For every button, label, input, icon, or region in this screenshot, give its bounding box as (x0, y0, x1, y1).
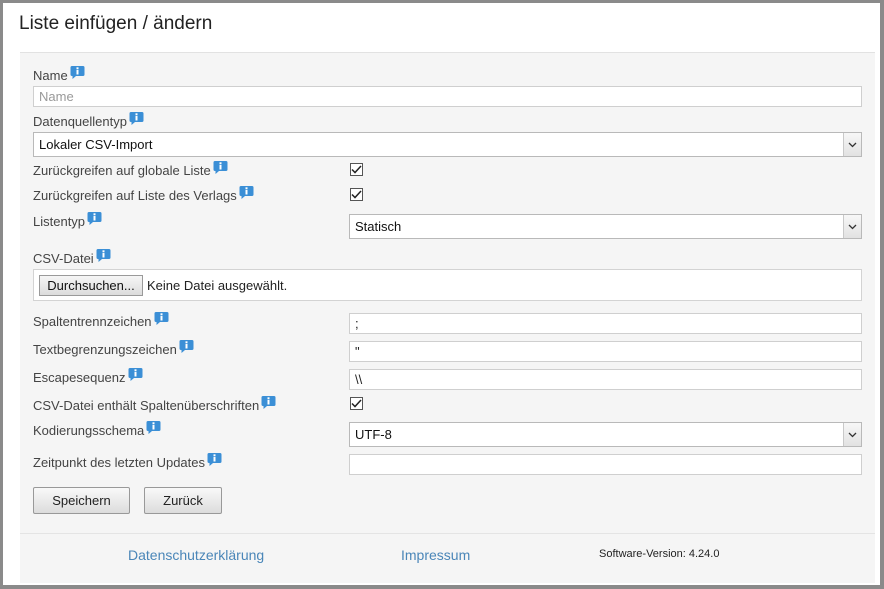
escape-input[interactable]: \\ (349, 369, 862, 390)
encoding-value: UTF-8 (355, 427, 392, 442)
info-icon[interactable] (154, 311, 169, 326)
checkmark-icon (351, 190, 362, 199)
fallback-global-checkbox[interactable] (350, 163, 363, 176)
last-update-label: Zeitpunkt des letzten Updates (33, 452, 222, 470)
last-update-label-text: Zeitpunkt des letzten Updates (33, 455, 205, 470)
csv-file-label: CSV-Datei (33, 248, 111, 266)
browse-button[interactable]: Durchsuchen... (39, 275, 143, 296)
software-version: Software-Version: 4.24.0 (599, 548, 720, 560)
list-type-label: Listentyp (33, 211, 102, 229)
list-type-select[interactable]: Statisch (349, 214, 862, 239)
info-icon[interactable] (96, 248, 111, 263)
source-type-select[interactable]: Lokaler CSV-Import (33, 132, 862, 157)
checkmark-icon (351, 399, 362, 408)
header-row-checkbox[interactable] (350, 397, 363, 410)
no-file-text: Keine Datei ausgewählt. (147, 278, 288, 293)
list-type-label-text: Listentyp (33, 214, 86, 229)
info-icon[interactable] (129, 111, 144, 126)
encoding-label-text: Kodierungsschema (33, 423, 145, 438)
source-type-label-text: Datenquellentyp (33, 114, 127, 129)
fallback-global-label: Zurückgreifen auf globale Liste (33, 160, 228, 178)
escape-label-text: Escapesequenz (33, 370, 126, 385)
form-panel: Name Name Datenquellentyp Lokaler CSV-Im… (20, 52, 875, 583)
back-button[interactable]: Zurück (144, 487, 222, 514)
chevron-down-icon (843, 133, 861, 156)
footer: Datenschutzerklärung Impressum Software-… (20, 533, 875, 563)
info-icon[interactable] (128, 367, 143, 382)
info-icon[interactable] (261, 395, 276, 410)
separator-label-text: Spaltentrennzeichen (33, 314, 152, 329)
escape-label: Escapesequenz (33, 367, 143, 385)
name-input[interactable]: Name (33, 86, 862, 107)
separator-label: Spaltentrennzeichen (33, 311, 169, 329)
fallback-global-label-text: Zurückgreifen auf globale Liste (33, 163, 211, 178)
info-icon[interactable] (179, 339, 194, 354)
text-delimiter-label: Textbegrenzungszeichen (33, 339, 194, 357)
name-label-text: Name (33, 68, 68, 83)
text-delimiter-label-text: Textbegrenzungszeichen (33, 342, 177, 357)
fallback-publisher-label-text: Zurückgreifen auf Liste des Verlags (33, 188, 237, 203)
chevron-down-icon (843, 423, 861, 446)
checkmark-icon (351, 165, 362, 174)
header-row-label-text: CSV-Datei enthält Spaltenüberschriften (33, 398, 260, 413)
info-icon[interactable] (87, 211, 102, 226)
separator-input[interactable]: ; (349, 313, 862, 334)
encoding-select[interactable]: UTF-8 (349, 422, 862, 447)
source-type-label: Datenquellentyp (33, 111, 144, 129)
info-icon[interactable] (70, 65, 85, 80)
encoding-label: Kodierungsschema (33, 420, 161, 438)
page-title: Liste einfügen / ändern (19, 13, 213, 34)
name-label: Name (33, 65, 85, 83)
csv-file-label-text: CSV-Datei (33, 251, 94, 266)
csv-file-input: Durchsuchen... Keine Datei ausgewählt. (33, 269, 862, 301)
text-delimiter-input[interactable]: " (349, 341, 862, 362)
source-type-value: Lokaler CSV-Import (39, 137, 153, 152)
list-type-value: Statisch (355, 219, 402, 234)
imprint-link[interactable]: Impressum (401, 547, 470, 563)
info-icon[interactable] (213, 160, 228, 175)
header-row-label: CSV-Datei enthält Spaltenüberschriften (33, 395, 276, 413)
fallback-publisher-checkbox[interactable] (350, 188, 363, 201)
fallback-publisher-label: Zurückgreifen auf Liste des Verlags (33, 185, 254, 203)
info-icon[interactable] (207, 452, 222, 467)
window-frame: Liste einfügen / ändern Name Name Datenq… (0, 0, 884, 589)
last-update-input[interactable] (349, 454, 862, 475)
chevron-down-icon (843, 215, 861, 238)
info-icon[interactable] (146, 420, 161, 435)
info-icon[interactable] (239, 185, 254, 200)
save-button[interactable]: Speichern (33, 487, 130, 514)
privacy-link[interactable]: Datenschutzerklärung (128, 547, 264, 563)
